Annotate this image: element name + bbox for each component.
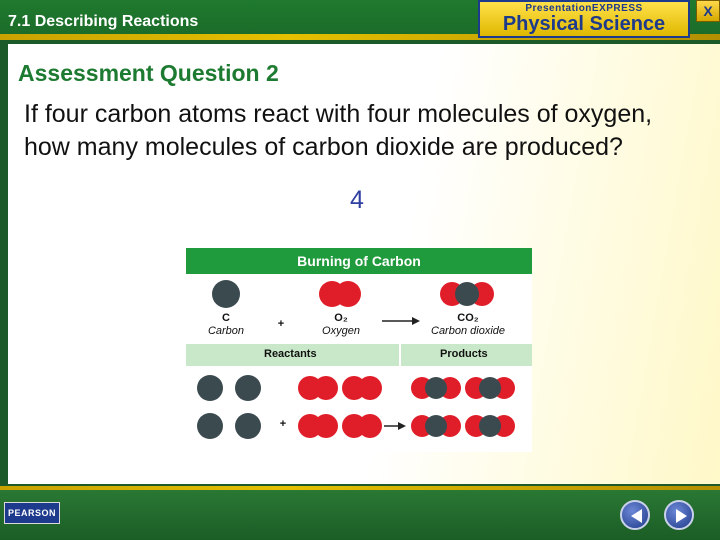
plus-sign: + [277,318,285,330]
previous-slide-button[interactable] [620,500,650,530]
oxygen-name: Oxygen [322,325,360,337]
triangle-right-icon [676,509,687,523]
reaction-arrow-head [412,317,420,325]
carbon-atom [425,415,447,437]
oxygen-atom [335,281,361,307]
four-atoms-molecules [197,375,515,439]
co2-molecule [465,415,515,437]
pearson-logo: PEARSON [4,502,60,524]
brand-main-text: Physical Science [502,13,666,35]
oxygen-atom [358,376,382,400]
burning-of-carbon-figure: Burning of Carbon C Carbon + O₂ Oxygen C… [186,248,532,452]
carbon-atom [479,415,501,437]
carbon-atom [197,375,223,401]
carbon-atom [235,375,261,401]
reactants-products-header: Reactants Products [186,344,532,366]
slide-heading: Assessment Question 2 [18,60,279,86]
next-slide-button[interactable] [664,500,694,530]
bottom-bar [0,486,720,540]
co2-molecule [465,377,515,399]
reactants-label: Reactants [264,348,317,360]
reaction-arrow-head [398,422,406,430]
product-formula: CO₂ [457,312,479,324]
oxygen-atom [358,414,382,438]
carbon-formula: C [222,312,230,324]
top-bar: 7.1 Describing Reactions PresentationEXP… [0,0,720,40]
product-name: Carbon dioxide [431,325,505,337]
carbon-atom [455,282,479,306]
triangle-left-icon [631,509,642,523]
co2-molecule [411,377,461,399]
figure-title: Burning of Carbon [186,248,532,274]
answer-text: 4 [350,186,364,214]
co2-molecule [411,415,461,437]
section-title: 7.1 Describing Reactions [8,13,199,30]
equation-row: C Carbon + O₂ Oxygen CO₂ Carbon dioxide [186,274,532,344]
carbon-atom [425,377,447,399]
carbon-atom [197,413,223,439]
carbon-name: Carbon [207,325,245,337]
question-text: If four carbon atoms react with four mol… [24,100,653,161]
slide-content: Assessment Question 2 If four carbon ato… [8,44,720,484]
oxygen-formula: O₂ [334,312,348,324]
carbon-atom [212,280,240,308]
oxygen-atom [314,414,338,438]
oxygen-atom [314,376,338,400]
products-label: Products [440,348,488,360]
close-button[interactable]: X [696,0,720,22]
carbon-atom [479,377,501,399]
brand-logo: PresentationEXPRESS Physical Science [478,0,690,38]
header-divider [399,344,401,366]
plus-sign: + [279,418,287,430]
four-atoms-row: + [186,366,532,452]
carbon-atom [235,413,261,439]
bottom-bar-stripe [0,486,720,490]
